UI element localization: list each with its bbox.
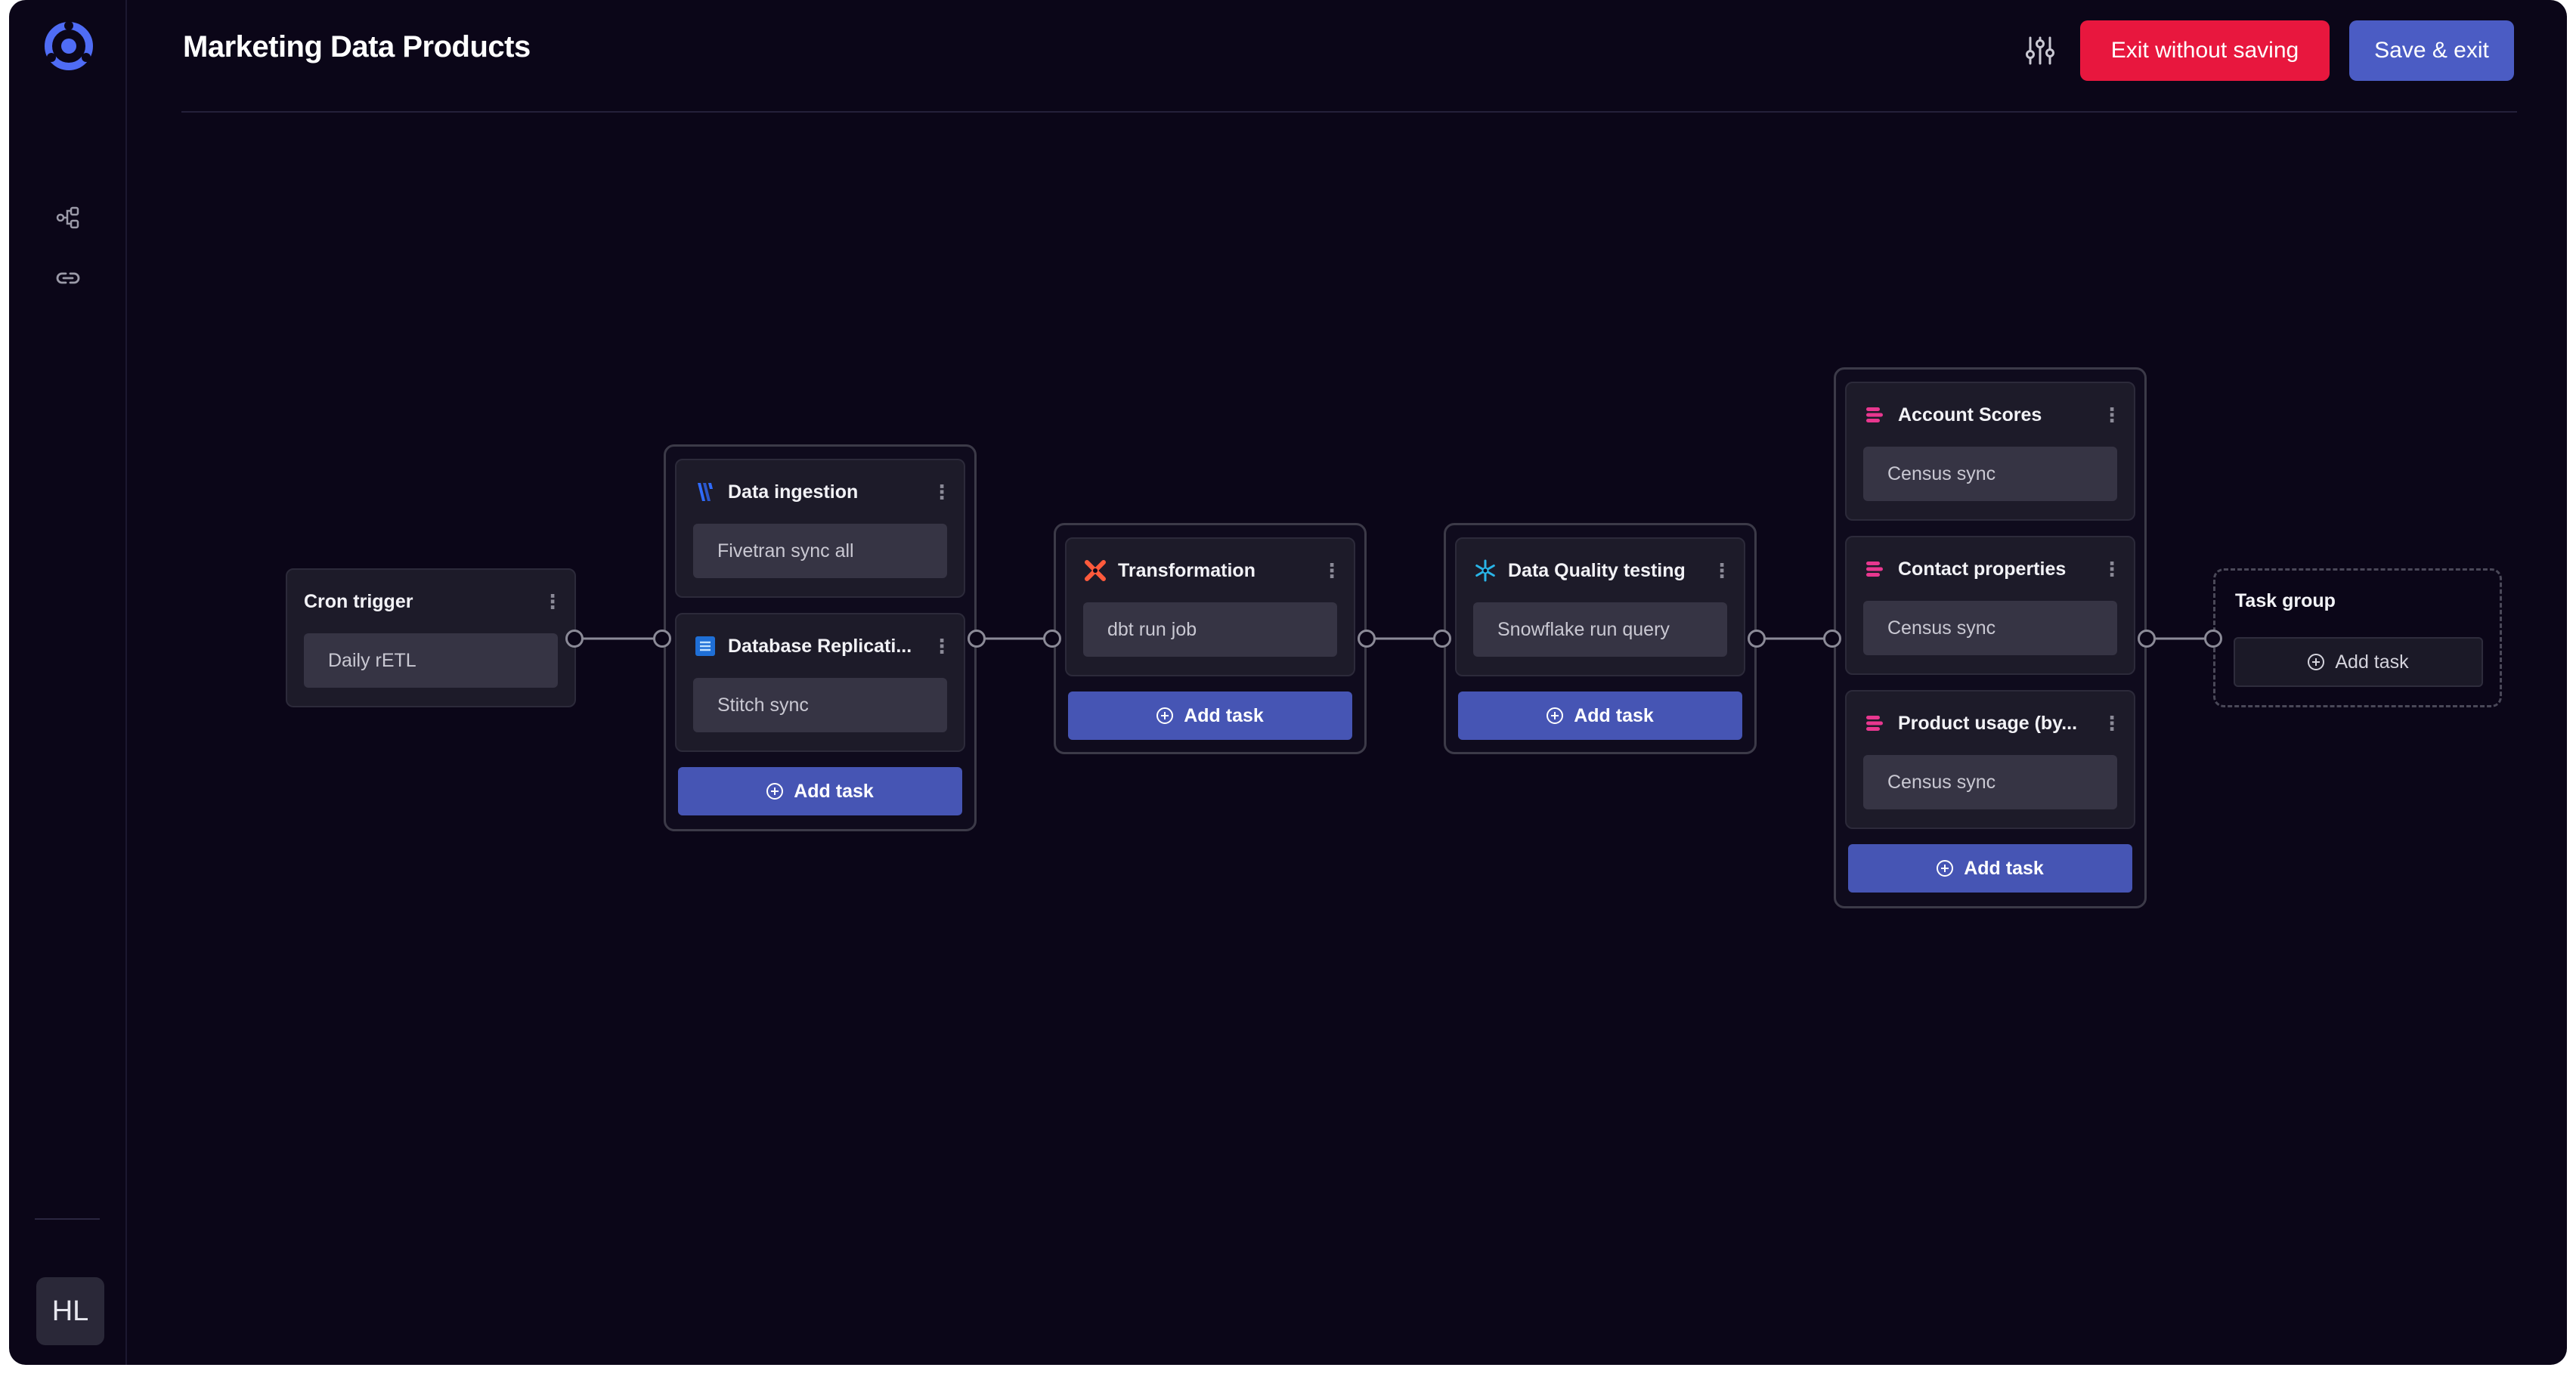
task-group-title: Task group <box>2235 590 2336 611</box>
output-port[interactable] <box>1358 630 1376 648</box>
task-group-ingestion: Data ingestion ⋮ Fivetran sync all Datab… <box>664 444 977 831</box>
task-title: Data ingestion <box>728 481 859 503</box>
add-circle-icon <box>2308 654 2325 670</box>
task-title: Product usage (by... <box>1898 712 2078 734</box>
task-title: Account Scores <box>1898 404 2042 425</box>
add-task-button[interactable]: Add task <box>1458 692 1742 740</box>
task-card-transformation[interactable]: Transformation ⋮ dbt run job <box>1065 537 1355 676</box>
add-task-button[interactable]: Add task <box>1068 692 1352 740</box>
task-card-data-ingestion[interactable]: Data ingestion ⋮ Fivetran sync all <box>675 459 965 598</box>
task-group-census: Account Scores ⋮ Census sync Contact pro… <box>1834 367 2147 908</box>
task-title: Transformation <box>1118 559 1255 581</box>
add-task-label: Add task <box>1574 704 1654 726</box>
task-card-product-usage[interactable]: Product usage (by... ⋮ Census sync <box>1845 690 2135 829</box>
add-task-label: Add task <box>794 780 874 802</box>
stitch-icon <box>695 636 715 656</box>
add-circle-icon <box>1547 707 1564 724</box>
empty-task-group[interactable]: Task group Add task <box>2213 568 2502 707</box>
add-task-label: Add task <box>2335 651 2409 673</box>
task-title: Cron trigger <box>304 590 413 612</box>
add-circle-icon <box>1937 860 1954 877</box>
more-options-icon[interactable]: ⋮ <box>2102 712 2122 735</box>
task-card-contact-properties[interactable]: Contact properties ⋮ Census sync <box>1845 536 2135 675</box>
task-title: Database Replicati... <box>728 635 912 657</box>
output-port[interactable] <box>2138 630 2156 648</box>
more-options-icon[interactable]: ⋮ <box>1712 559 1732 582</box>
more-options-icon[interactable]: ⋮ <box>932 481 952 503</box>
add-circle-icon <box>1156 707 1174 724</box>
task-title: Data Quality testing <box>1508 559 1686 581</box>
task-action[interactable]: Census sync <box>1863 447 2117 501</box>
task-action[interactable]: dbt run job <box>1083 602 1337 657</box>
census-icon <box>1866 562 1883 577</box>
app-window: HL Marketing Data Products Exit without … <box>9 0 2567 1365</box>
task-action[interactable]: Fivetran sync all <box>693 524 947 578</box>
input-port[interactable] <box>653 630 671 648</box>
more-options-icon[interactable]: ⋮ <box>543 590 562 613</box>
input-port[interactable] <box>1433 630 1451 648</box>
task-action[interactable]: Daily rETL <box>304 633 558 688</box>
task-group-quality: Data Quality testing ⋮ Snowflake run que… <box>1444 523 1757 754</box>
output-port[interactable] <box>565 630 584 648</box>
fivetran-icon <box>698 483 713 501</box>
dbt-icon <box>1085 560 1106 581</box>
task-action[interactable]: Census sync <box>1863 755 2117 809</box>
add-task-button[interactable]: Add task <box>1848 844 2132 893</box>
task-card-data-quality[interactable]: Data Quality testing ⋮ Snowflake run que… <box>1455 537 1745 676</box>
add-circle-icon <box>766 783 784 800</box>
more-options-icon[interactable]: ⋮ <box>2102 404 2122 426</box>
input-port[interactable] <box>1823 630 1841 648</box>
census-icon <box>1866 716 1883 731</box>
output-port[interactable] <box>1748 630 1766 648</box>
cron-trigger-node[interactable]: Cron trigger ⋮ Daily rETL <box>286 568 576 707</box>
add-task-label: Add task <box>1184 704 1264 726</box>
add-task-button[interactable]: Add task <box>2234 637 2483 687</box>
task-title: Contact properties <box>1898 558 2067 580</box>
task-group-transformation: Transformation ⋮ dbt run job Add task <box>1054 523 1367 754</box>
task-action[interactable]: Stitch sync <box>693 678 947 732</box>
input-port[interactable] <box>2204 630 2222 648</box>
output-port[interactable] <box>968 630 986 648</box>
task-action[interactable]: Snowflake run query <box>1473 602 1727 657</box>
workflow-canvas[interactable]: Cron trigger ⋮ Daily rETL Data ingestion… <box>9 0 2567 1365</box>
census-icon <box>1866 407 1883 422</box>
task-card-account-scores[interactable]: Account Scores ⋮ Census sync <box>1845 382 2135 521</box>
more-options-icon[interactable]: ⋮ <box>1322 559 1342 582</box>
add-task-button[interactable]: Add task <box>678 767 962 815</box>
input-port[interactable] <box>1043 630 1061 648</box>
snowflake-icon <box>1475 559 1495 582</box>
task-card-database-replication[interactable]: Database Replicati... ⋮ Stitch sync <box>675 613 965 752</box>
add-task-label: Add task <box>1964 857 2044 879</box>
more-options-icon[interactable]: ⋮ <box>2102 558 2122 580</box>
more-options-icon[interactable]: ⋮ <box>932 635 952 657</box>
task-action[interactable]: Census sync <box>1863 601 2117 655</box>
